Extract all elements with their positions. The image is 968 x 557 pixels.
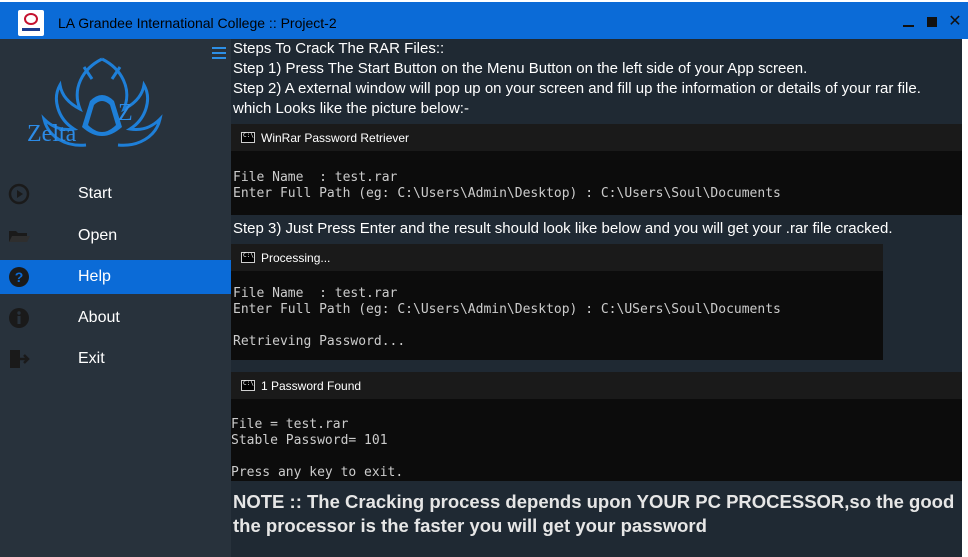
help-content: Steps To Crack The RAR Files:: Step 1) P… [231, 39, 962, 557]
step-1-text: Step 1) Press The Start Button on the Me… [233, 60, 808, 77]
sidebar-item-about[interactable]: About [0, 301, 231, 335]
sidebar-item-label: About [78, 309, 120, 326]
sidebar: Z Zelta Start Open ? Help About Exit [0, 39, 231, 557]
steps-heading: Steps To Crack The RAR Files:: [233, 40, 445, 57]
close-button[interactable]: ✕ [946, 13, 964, 31]
window-edge [962, 39, 968, 557]
info-circle-icon [9, 308, 29, 328]
cmd-icon [241, 132, 255, 143]
sidebar-item-help[interactable]: ? Help [0, 260, 231, 294]
question-circle-icon: ? [9, 267, 29, 287]
title-bar: LA Grandee International College :: Proj… [0, 0, 968, 39]
console-line: Press any key to exit. [231, 465, 404, 480]
step-2-continued-text: which Looks like the picture below:- [233, 100, 469, 117]
console-title-bar: WinRar Password Retriever [231, 124, 962, 151]
logo-letter: Z [118, 100, 133, 126]
sidebar-item-label: Help [78, 268, 111, 285]
sidebar-item-label: Exit [78, 350, 105, 367]
minimize-icon [903, 25, 914, 27]
sidebar-item-exit[interactable]: Exit [0, 342, 231, 376]
console-line: File Name : test.rar [233, 286, 398, 301]
maximize-button[interactable] [924, 13, 942, 31]
sidebar-item-label: Start [78, 185, 112, 202]
maximize-icon [927, 17, 937, 27]
svg-text:?: ? [15, 269, 24, 285]
console-line: Enter Full Path (eg: C:\Users\Admin\Desk… [233, 302, 781, 317]
console-window-processing: Processing... File Name : test.rar Enter… [231, 244, 883, 360]
console-window-retriever: WinRar Password Retriever File Name : te… [231, 124, 962, 215]
hamburger-menu-icon[interactable] [212, 47, 226, 59]
console-line: File Name : test.rar [233, 170, 398, 185]
console-window-password-found: 1 Password Found File = test.rar Stable … [231, 372, 962, 481]
step-3-text: Step 3) Just Press Enter and the result … [233, 220, 893, 237]
folder-open-icon [9, 231, 30, 242]
exit-door-icon [10, 350, 30, 368]
minimize-button[interactable] [900, 13, 918, 31]
sidebar-item-label: Open [78, 227, 118, 244]
console-title: WinRar Password Retriever [261, 131, 410, 145]
step-2-text: Step 2) A external window will pop up on… [233, 80, 921, 97]
console-line: Stable Password= 101 [231, 433, 388, 448]
processor-note: NOTE :: The Cracking process depends upo… [233, 491, 955, 536]
zelta-dragon-logo: Z Zelta [27, 57, 163, 147]
cmd-icon [241, 380, 255, 391]
logo-text: Zelta [27, 121, 77, 147]
college-logo-icon [18, 10, 44, 36]
cmd-icon [241, 252, 255, 263]
console-title: 1 Password Found [261, 379, 362, 393]
window-title: LA Grandee International College :: Proj… [58, 15, 337, 31]
console-title: Processing... [261, 251, 331, 265]
play-circle-icon [8, 183, 30, 205]
sidebar-item-start[interactable]: Start [0, 177, 231, 211]
console-title-bar: 1 Password Found [231, 372, 962, 399]
sidebar-item-open[interactable]: Open [0, 219, 231, 253]
console-title-bar: Processing... [231, 244, 883, 271]
console-line: File = test.rar [231, 417, 349, 432]
console-line: Retrieving Password... [233, 334, 406, 349]
console-line: Enter Full Path (eg: C:\Users\Admin\Desk… [233, 186, 781, 201]
